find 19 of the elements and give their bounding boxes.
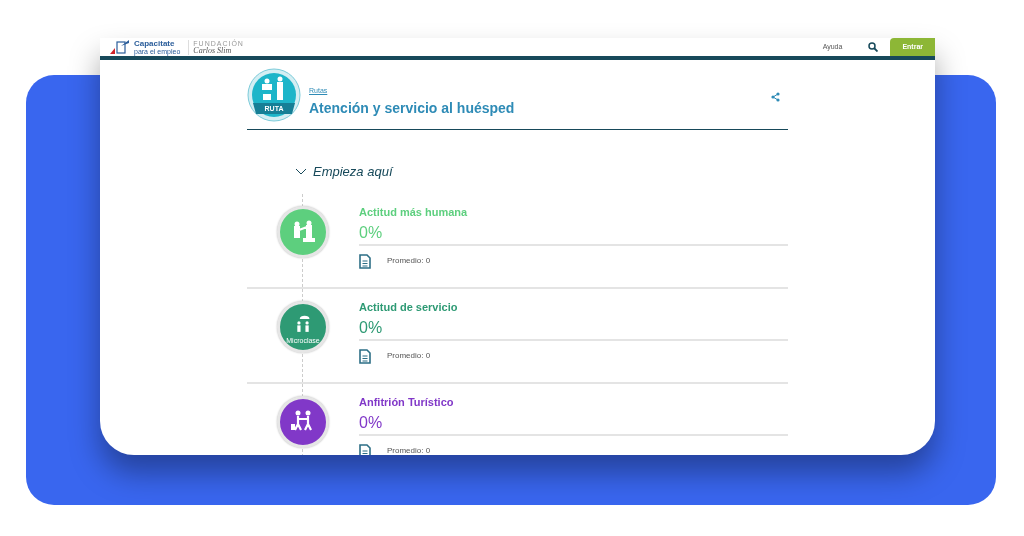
- foundation-name: Carlos Slim: [193, 46, 232, 55]
- logo-icon: [110, 40, 130, 54]
- section-title: Empieza aquí: [313, 163, 393, 181]
- logo-title: Capacitate: [134, 39, 176, 48]
- progress-percent: 0%: [359, 410, 788, 436]
- course-title[interactable]: Anfitrión Turístico: [359, 393, 788, 410]
- route-title: Atención y servicio al huésped: [309, 100, 515, 117]
- document-icon: [359, 253, 371, 269]
- search-icon[interactable]: [868, 42, 879, 52]
- share-icon[interactable]: [771, 91, 780, 102]
- document-icon: [359, 443, 371, 455]
- document-icon: [359, 348, 371, 364]
- average-text: Promedio: 0: [387, 255, 431, 268]
- chevron-icon[interactable]: [295, 167, 307, 176]
- average-text: Promedio: 0: [387, 350, 431, 363]
- progress-percent: 0%: [359, 220, 788, 246]
- progress-percent: 0%: [359, 315, 788, 341]
- course-title[interactable]: Actitud de servicio: [359, 298, 788, 315]
- average-text: Promedio: 0: [387, 445, 431, 455]
